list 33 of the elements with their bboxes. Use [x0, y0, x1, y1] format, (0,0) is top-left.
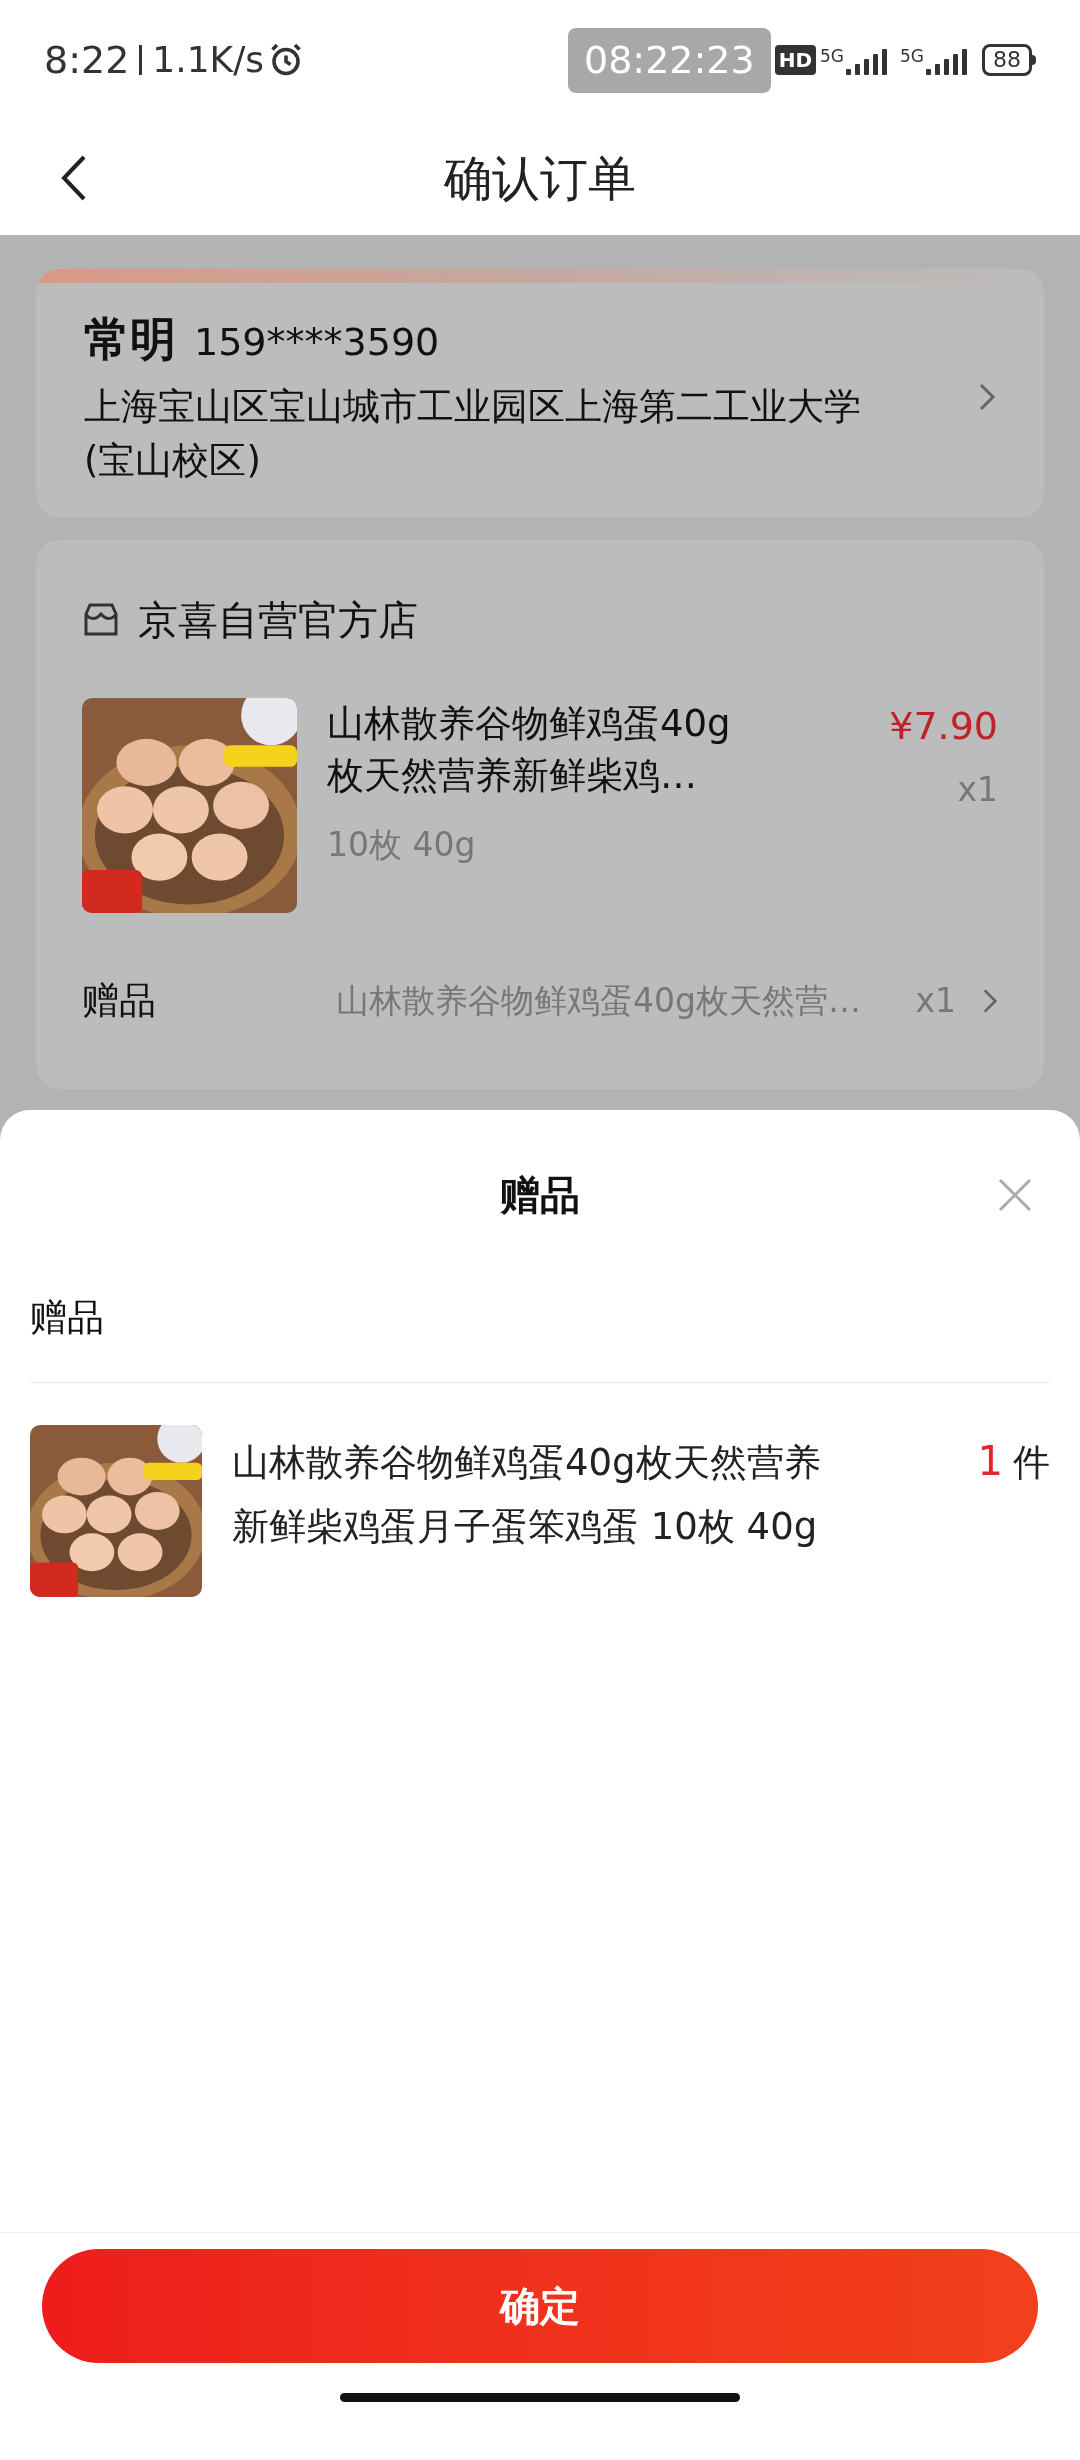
status-time: 8:22	[44, 36, 130, 84]
store-icon	[82, 602, 120, 638]
hd-badge: HD	[774, 45, 816, 75]
close-icon[interactable]	[998, 1178, 1032, 1212]
product-spec: 10枚 40g	[327, 824, 477, 866]
network-type: 5G	[900, 45, 924, 68]
product-price: ¥7.90	[889, 703, 998, 750]
gift-label: 赠品	[82, 978, 157, 1024]
confirm-button[interactable]: 确定	[42, 2249, 1038, 2363]
gift-title: 山林散养谷物鲜鸡蛋40g枚天然营养	[232, 1439, 822, 1486]
product-title: 山林散养谷物鲜鸡蛋40g	[327, 701, 732, 747]
product-title: 枚天然营养新鲜柴鸡…	[327, 753, 698, 799]
recording-time: 08:22:23	[568, 27, 771, 93]
network-type: 5G	[820, 45, 844, 68]
sheet-title: 赠品	[500, 1171, 580, 1220]
address-text: 上海宝山区宝山城市工业园区上海第二工业大学(宝山校区)	[84, 384, 862, 484]
recipient-phone: 159****3590	[194, 319, 440, 366]
gift-title: 新鲜柴鸡蛋月子蛋笨鸡蛋 10枚 40g	[232, 1503, 819, 1550]
network-speed: 1.1K/s	[152, 38, 265, 82]
product-quantity: x1	[957, 769, 998, 811]
section-label: 赠品	[29, 1295, 105, 1341]
recipient-name: 常明	[84, 311, 176, 368]
gift-unit: 件	[1013, 1439, 1050, 1486]
chevron-icon	[982, 986, 998, 1015]
address-card[interactable]: 常明 159****3590 上海宝山区宝山城市工业园区上海第二工业大学(宝山校区)	[36, 269, 1044, 518]
gift-name: 山林散养谷物鲜鸡蛋40g枚天然营…	[336, 980, 862, 1022]
battery-level: 88	[982, 44, 1032, 76]
gift-count: 1	[977, 1436, 1003, 1486]
page-title: 确认订单	[444, 148, 636, 208]
chevron-icon	[978, 381, 996, 412]
gift-row[interactable]: 赠品 山林散养谷物鲜鸡蛋40g枚天然营… x1	[82, 973, 998, 1029]
store-name: 京喜自营官方店	[138, 596, 418, 645]
gift-quantity: x1	[915, 980, 956, 1022]
